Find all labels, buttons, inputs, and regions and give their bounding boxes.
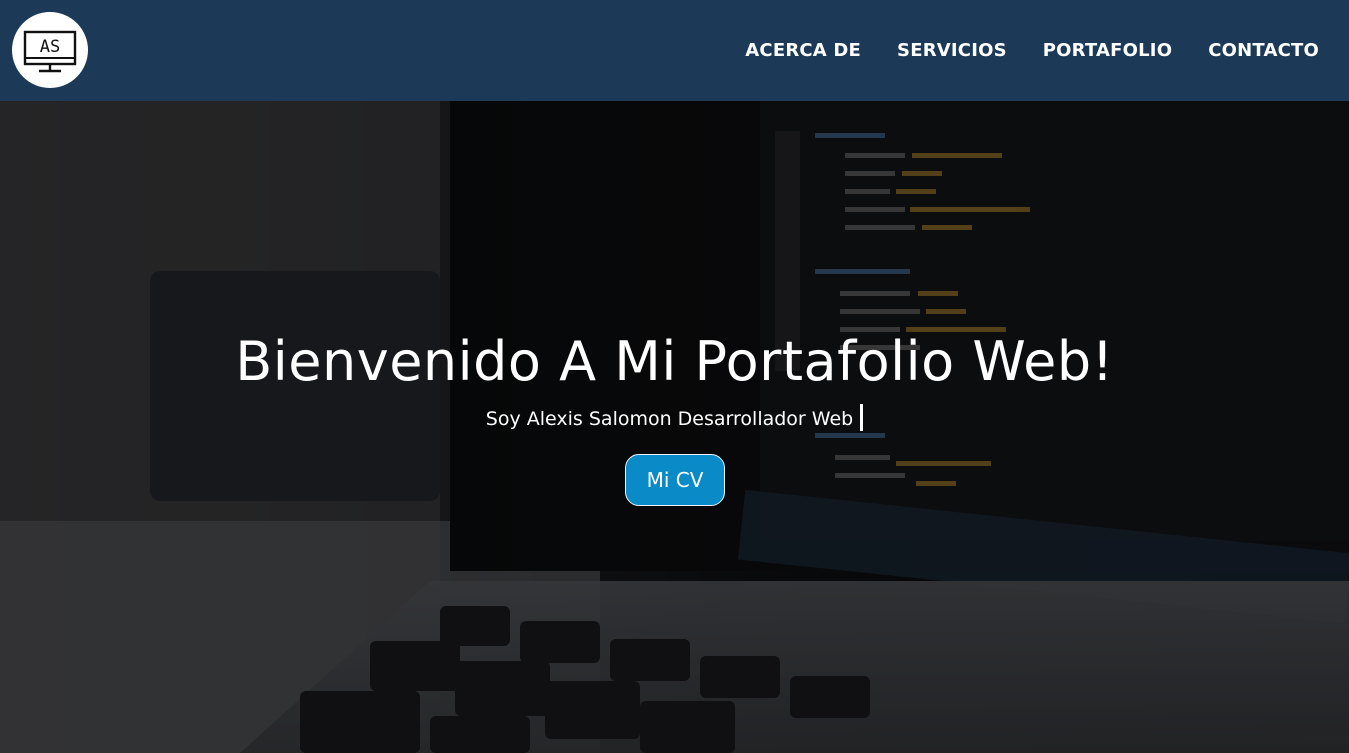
hero-title: Bienvenido A Mi Portafolio Web! — [235, 330, 1114, 393]
hero-subtitle-line: Soy Alexis Salomon Desarrollador Web — [0, 403, 1349, 435]
hero-content: Bienvenido A Mi Portafolio Web! Soy Alex… — [0, 101, 1349, 753]
site-logo[interactable]: AS — [12, 12, 88, 88]
nav-item-contacto[interactable]: CONTACTO — [1208, 40, 1319, 61]
hero-subtitle: Soy Alexis Salomon Desarrollador Web — [485, 408, 854, 430]
nav-item-acerca-de[interactable]: ACERCA DE — [745, 40, 861, 61]
main-nav: ACERCA DE SERVICIOS PORTAFOLIO CONTACTO — [709, 0, 1319, 101]
monitor-icon: AS — [23, 30, 77, 73]
nav-item-portafolio[interactable]: PORTAFOLIO — [1043, 40, 1172, 61]
hero-section: Bienvenido A Mi Portafolio Web! Soy Alex… — [0, 101, 1349, 753]
site-header: AS ACERCA DE SERVICIOS PORTAFOLIO CONTAC… — [0, 0, 1349, 101]
page: AS ACERCA DE SERVICIOS PORTAFOLIO CONTAC… — [0, 0, 1349, 753]
cv-button[interactable]: Mi CV — [625, 454, 725, 506]
nav-item-servicios[interactable]: SERVICIOS — [897, 40, 1007, 61]
typing-cursor — [860, 404, 864, 431]
logo-text: AS — [40, 37, 60, 57]
